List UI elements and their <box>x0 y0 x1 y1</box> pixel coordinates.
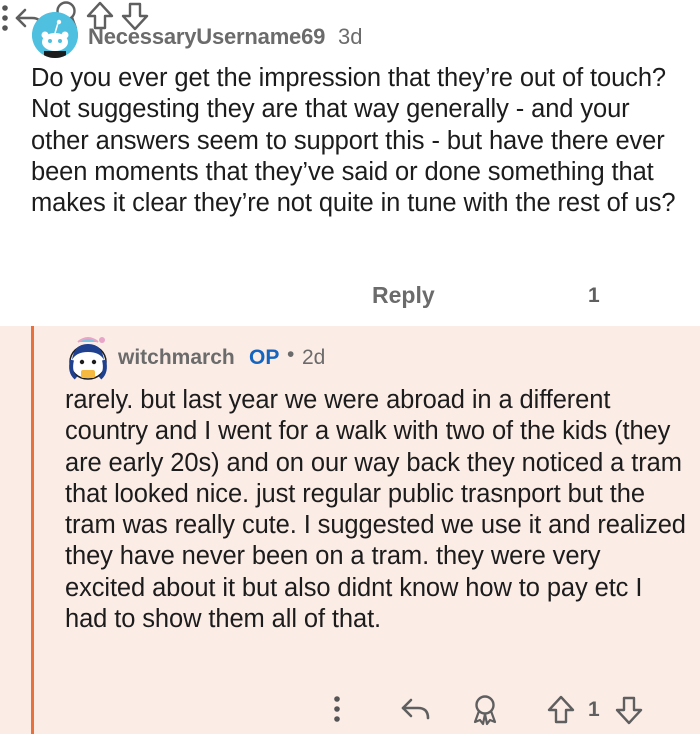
reply-button[interactable]: Reply <box>372 282 435 309</box>
vote-count: 1 <box>588 698 600 721</box>
comment-body: rarely. but last year we were abroad in … <box>65 386 686 634</box>
more-options-icon[interactable] <box>0 4 10 32</box>
upvote-icon[interactable] <box>546 694 576 726</box>
downvote-icon[interactable] <box>614 694 644 726</box>
comment-username[interactable]: NecessaryUsername69 <box>88 24 325 50</box>
comment-body: Do you ever get the impression that they… <box>31 64 676 218</box>
comment-timestamp: 3d <box>338 24 363 49</box>
op-badge: OP <box>249 346 280 369</box>
snoo-avatar-icon <box>69 337 107 380</box>
comment-username[interactable]: witchmarch <box>118 346 235 370</box>
vote-count: 1 <box>588 284 600 307</box>
more-options-icon[interactable] <box>332 695 342 723</box>
meta-separator: • <box>287 343 295 366</box>
avatar[interactable] <box>66 334 110 382</box>
avatar[interactable] <box>32 12 78 58</box>
reply-arrow-icon[interactable] <box>400 696 432 722</box>
comment-timestamp: 2d <box>302 346 326 369</box>
award-icon[interactable] <box>470 694 500 726</box>
thread-line[interactable] <box>31 326 34 734</box>
snoo-avatar-icon <box>32 12 78 58</box>
parent-comment: NecessaryUsername69 3d Do you ever get t… <box>0 0 700 326</box>
